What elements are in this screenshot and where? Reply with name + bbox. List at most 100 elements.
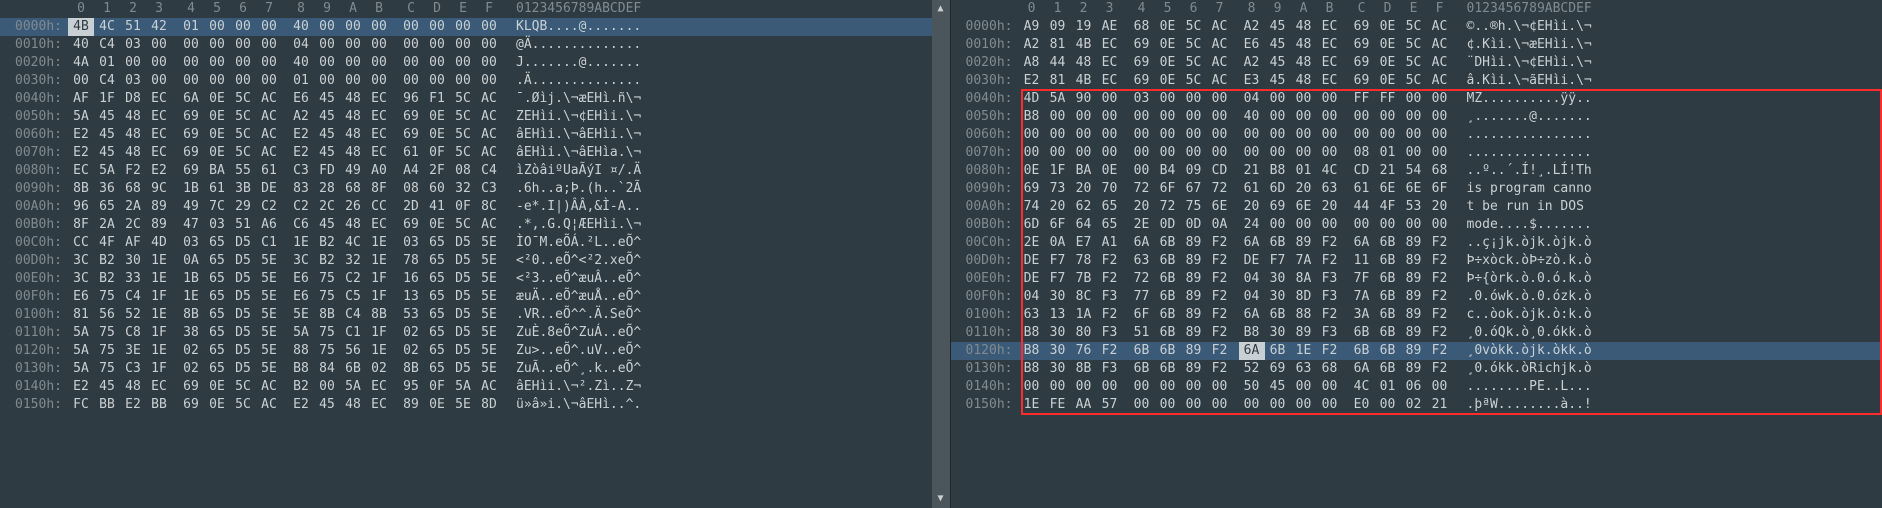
ascii-dump[interactable]: mode....$....... (1467, 216, 1592, 234)
hex-row[interactable]: 0030h:E2814BEC690E5CACE34548EC690E5CACâ.… (951, 72, 1882, 90)
byte[interactable]: AC (476, 144, 502, 162)
byte[interactable]: B2 (94, 252, 120, 270)
byte[interactable]: C4 (120, 288, 146, 306)
byte[interactable]: 00 (1265, 108, 1291, 126)
byte[interactable]: 0E (1155, 72, 1181, 90)
ascii-dump[interactable]: ................ (1467, 144, 1592, 162)
byte[interactable]: 20 (1129, 198, 1155, 216)
hex-bytes[interactable]: DEF778F2636B89F2DEF77AF2116B89F2 (1019, 252, 1453, 270)
byte[interactable]: 1E (366, 234, 392, 252)
byte[interactable]: 00 (398, 72, 424, 90)
byte[interactable]: 88 (1291, 306, 1317, 324)
byte[interactable]: C6 (288, 216, 314, 234)
hex-row[interactable]: 0050h:B8000000000000004000000000000000¸.… (951, 108, 1882, 126)
byte[interactable]: 00 (1097, 126, 1123, 144)
byte[interactable]: D5 (450, 342, 476, 360)
byte[interactable]: 89 (1291, 234, 1317, 252)
hex-row[interactable]: 00F0h:E675C41F1E65D55EE675C51F1365D55Eæu… (0, 288, 932, 306)
byte[interactable]: AC (476, 90, 502, 108)
byte[interactable]: 89 (1401, 360, 1427, 378)
byte[interactable]: 00 (1207, 108, 1233, 126)
byte[interactable]: 69 (1129, 36, 1155, 54)
hex-row[interactable]: 0130h:B8308BF36B6B89F2526963686A6B89F2¸0… (951, 360, 1882, 378)
byte[interactable]: 02 (178, 342, 204, 360)
byte[interactable]: 4B (1071, 36, 1097, 54)
byte[interactable]: 00 (230, 36, 256, 54)
byte[interactable]: E2 (120, 396, 146, 414)
byte[interactable]: 1F (146, 288, 172, 306)
byte[interactable]: 69 (398, 126, 424, 144)
byte[interactable]: 1B (178, 270, 204, 288)
byte[interactable]: DE (1239, 252, 1265, 270)
byte[interactable]: 33 (120, 270, 146, 288)
byte[interactable]: 00 (1265, 396, 1291, 414)
byte[interactable]: D5 (450, 270, 476, 288)
byte[interactable]: F7 (1045, 252, 1071, 270)
byte[interactable]: A2 (1239, 54, 1265, 72)
byte[interactable]: 69 (1349, 18, 1375, 36)
hex-row[interactable]: 00D0h:3CB2301E0A65D55E3CB2321E7865D55E<²… (0, 252, 932, 270)
byte[interactable]: 0E (204, 90, 230, 108)
byte[interactable]: FF (1349, 90, 1375, 108)
byte[interactable]: C2 (340, 270, 366, 288)
byte[interactable]: CC (366, 198, 392, 216)
byte[interactable]: E2 (288, 144, 314, 162)
hex-row[interactable]: 0070h:E24548EC690E5CACE24548EC610F5CACâE… (0, 144, 932, 162)
byte[interactable]: 02 (178, 360, 204, 378)
hex-row[interactable]: 0110h:B83080F3516B89F2B83089F36B6B89F2¸0… (951, 324, 1882, 342)
byte[interactable]: 00 (68, 72, 94, 90)
byte[interactable]: 65 (1097, 198, 1123, 216)
byte[interactable]: 1E (366, 342, 392, 360)
byte[interactable]: 00 (314, 36, 340, 54)
byte[interactable]: AC (1207, 36, 1233, 54)
byte[interactable]: 89 (1181, 252, 1207, 270)
byte[interactable]: 8B (68, 180, 94, 198)
byte[interactable]: 6B (1155, 324, 1181, 342)
byte[interactable]: 30 (1045, 288, 1071, 306)
byte[interactable]: 00 (314, 378, 340, 396)
byte[interactable]: F2 (1427, 270, 1453, 288)
byte[interactable]: 00 (450, 36, 476, 54)
ascii-dump[interactable]: ZEHìi.\¬¢EHìi.\¬ (516, 108, 641, 126)
byte[interactable]: 4B (1071, 72, 1097, 90)
byte[interactable]: AC (1427, 72, 1453, 90)
byte[interactable]: 6F (1129, 306, 1155, 324)
byte[interactable]: 13 (398, 288, 424, 306)
byte[interactable]: 65 (204, 324, 230, 342)
byte[interactable]: 65 (424, 234, 450, 252)
byte[interactable]: 3C (288, 252, 314, 270)
byte[interactable]: B8 (1239, 324, 1265, 342)
byte[interactable]: EC (366, 216, 392, 234)
byte[interactable]: EC (1097, 36, 1123, 54)
byte[interactable]: 6B (1155, 306, 1181, 324)
byte[interactable]: 02 (366, 360, 392, 378)
ascii-dump[interactable]: ZuÃ..eÕ^¸.k..eÕ^ (516, 360, 641, 378)
byte[interactable]: CC (68, 234, 94, 252)
hex-row[interactable]: 0120h:B83076F26B6B89F26A6B1EF26B6B89F2¸0… (951, 342, 1882, 360)
hex-bytes[interactable]: 3CB2301E0A65D55E3CB2321E7865D55E (68, 252, 502, 270)
byte[interactable]: 52 (120, 306, 146, 324)
byte[interactable]: 89 (1401, 306, 1427, 324)
byte[interactable]: F3 (1097, 288, 1123, 306)
byte[interactable]: 00 (1291, 378, 1317, 396)
byte[interactable]: D5 (230, 342, 256, 360)
byte[interactable]: 69 (398, 216, 424, 234)
byte[interactable]: 75 (94, 324, 120, 342)
ascii-dump[interactable]: ¸0.óQk.ò¸0.ókk.ò (1467, 324, 1592, 342)
hex-bytes[interactable]: 5A753E1E0265D55E8875561E0265D55E (68, 342, 502, 360)
byte[interactable]: 68 (1427, 162, 1453, 180)
byte[interactable]: 00 (230, 72, 256, 90)
byte[interactable]: 00 (256, 36, 282, 54)
byte[interactable]: AC (1207, 18, 1233, 36)
byte[interactable]: F3 (1317, 270, 1343, 288)
byte[interactable]: 6A (1239, 342, 1265, 360)
byte[interactable]: 69 (1129, 54, 1155, 72)
byte[interactable]: 00 (1375, 108, 1401, 126)
byte[interactable]: F2 (1097, 252, 1123, 270)
byte[interactable]: 89 (1181, 360, 1207, 378)
byte[interactable]: 0E (1155, 54, 1181, 72)
byte[interactable]: F2 (1097, 342, 1123, 360)
byte[interactable]: 5E (256, 342, 282, 360)
byte[interactable]: 24 (1239, 216, 1265, 234)
ascii-dump[interactable]: ¸0vòkk.òjk.òkk.ò (1467, 342, 1592, 360)
